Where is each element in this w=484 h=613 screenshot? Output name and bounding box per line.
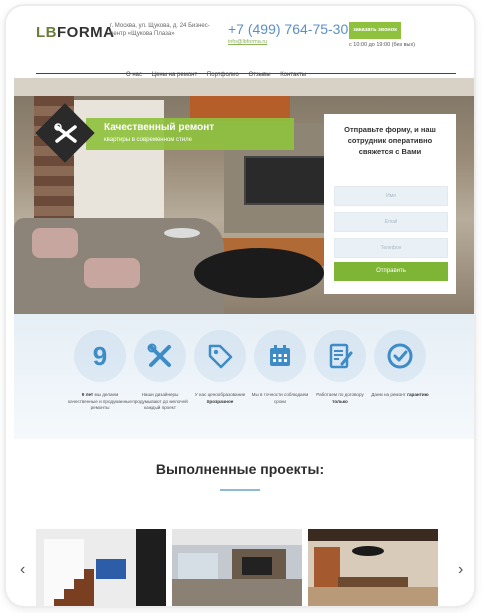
logo-mark: LB <box>36 24 57 41</box>
logo-text: FORMA <box>57 24 115 41</box>
hero-tv <box>244 156 328 205</box>
feature-text-bold: гарантию <box>407 392 429 397</box>
callback-button[interactable]: заказать звонок <box>349 22 401 39</box>
staircase-photo <box>36 529 166 606</box>
feature-icon-circle <box>314 330 366 382</box>
feature-icon-circle <box>374 330 426 382</box>
projects-title: Выполненные проекты: <box>155 461 325 477</box>
living-room-photo <box>172 529 302 606</box>
feature-text-body: Мы в точности соблюдаем сроки <box>251 392 309 404</box>
form-title: Отправьте форму, и наш сотрудник операти… <box>344 125 436 156</box>
phone-number[interactable]: +7 (499) 764-75-30 <box>228 21 348 37</box>
features-section: 9 9 лет мы делаем качественные и продума… <box>14 314 474 439</box>
page-frame: LBFORMA г. Москва, ул. Щукова, д. 24 Биз… <box>6 6 474 606</box>
address-text: г. Москва, ул. Щукова, д. 24 Бизнес-цент… <box>110 23 210 37</box>
feature-icon-circle <box>134 330 186 382</box>
logo[interactable]: LBFORMA <box>36 24 115 41</box>
feature-text-body: Даем на ремонт <box>371 392 406 397</box>
feature-text-bold: прозрачное <box>206 398 234 404</box>
project-thumbnail-2[interactable] <box>172 529 302 606</box>
feature-text-body: Наши дизайнеры продумывают до мелочей ка… <box>132 392 188 410</box>
hero-subtitle: квартиры в современном стиле <box>104 137 192 143</box>
hero-coffee-table <box>194 248 324 298</box>
feature-icon-circle <box>254 330 306 382</box>
hero-cushion <box>32 228 78 258</box>
feature-text: У нас ценообразование прозрачное <box>188 392 252 405</box>
submit-button[interactable]: Отправить <box>334 262 448 281</box>
feature-text: Наши дизайнеры продумывают до мелочей ка… <box>128 392 192 412</box>
project-thumbnail-3[interactable] <box>308 529 438 606</box>
feature-text: Работаем по договору только <box>308 392 372 405</box>
tag-icon <box>208 344 233 369</box>
feature-text-bold: 9 лет <box>81 392 94 397</box>
working-hours: с 10:00 до 19:00 (без вых) <box>349 42 416 48</box>
guarantee-icon <box>387 343 413 369</box>
contract-icon <box>329 343 353 369</box>
feature-text-body: мы делаем качественные и продуманные рем… <box>68 392 132 410</box>
header: LBFORMA г. Москва, ул. Щукова, д. 24 Биз… <box>6 6 474 76</box>
carousel-next-arrow[interactable]: › <box>458 561 463 579</box>
feature-text: Даем на ремонт гарантию <box>368 392 432 399</box>
calendar-icon <box>270 345 290 366</box>
hero-side-table <box>164 228 200 238</box>
hero-title: Качественный ремонт <box>104 122 215 133</box>
feature-icon-circle <box>194 330 246 382</box>
phone-field[interactable]: Телефон <box>334 238 448 258</box>
feature-text-bold: только <box>332 398 348 404</box>
dining-room-photo <box>308 529 438 606</box>
feature-text-body: Работаем по договору <box>316 392 364 397</box>
email-link[interactable]: info@lbforma.ru <box>228 39 267 45</box>
feature-text: 9 лет мы делаем качественные и продуманн… <box>68 392 132 412</box>
experience-number: 9 <box>92 341 108 371</box>
email-field[interactable]: Email <box>334 212 448 232</box>
projects-title-underline <box>220 489 260 491</box>
hero-cushion <box>84 258 140 288</box>
carousel-prev-arrow[interactable]: ‹ <box>20 561 25 579</box>
feature-text: Мы в точности соблюдаем сроки <box>248 392 312 405</box>
feature-text-body: У нас ценообразование <box>194 392 246 397</box>
hero-ceiling <box>14 78 474 96</box>
project-thumbnail-1[interactable] <box>36 529 166 606</box>
contact-form: Отправьте форму, и наш сотрудник операти… <box>324 114 456 294</box>
tools-icon <box>147 343 171 367</box>
tools-icon <box>54 123 77 143</box>
name-field[interactable]: Имя <box>334 186 448 206</box>
